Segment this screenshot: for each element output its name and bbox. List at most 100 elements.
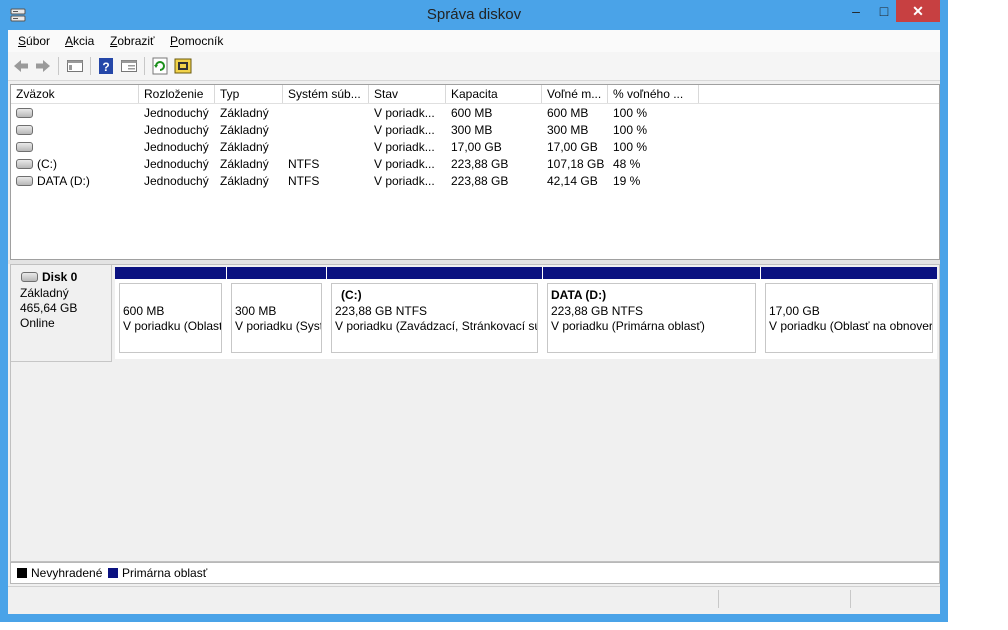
cell-layout: Jednoduchý: [144, 140, 209, 154]
cell-type: Základný: [220, 174, 269, 188]
cell-filesystem: NTFS: [288, 157, 320, 171]
cell-status: V poriadk...: [374, 106, 435, 120]
menu-file[interactable]: Súbor: [18, 34, 50, 48]
partition-block-d[interactable]: DATA (D:) 223,88 GB NTFS V poriadku (Pri…: [543, 267, 760, 359]
column-filesystem[interactable]: Systém súb...: [283, 85, 369, 103]
column-volume[interactable]: Zväzok: [11, 85, 139, 103]
partition-title: (C:): [341, 288, 362, 302]
column-layout[interactable]: Rozloženie: [139, 85, 215, 103]
partition-type-bar: [761, 267, 937, 279]
partition-block[interactable]: 600 MB V poriadku (Oblasť: [115, 267, 226, 359]
cell-free-space: 600 MB: [547, 106, 589, 120]
cell-free-space: 107,18 GB: [547, 157, 605, 171]
cell-volume: DATA (D:): [11, 173, 139, 190]
toolbar-separator: [58, 57, 59, 75]
forward-icon[interactable]: [34, 57, 52, 75]
table-row[interactable]: Jednoduchý Základný V poriadk... 300 MB …: [11, 122, 939, 139]
menu-action[interactable]: Akcia: [65, 34, 94, 48]
partition-status: V poriadku (Syst: [235, 319, 322, 333]
volume-list: Zväzok Rozloženie Typ Systém súb... Stav…: [10, 84, 940, 260]
menu-file-rest: úbor: [26, 34, 51, 48]
partition-status: V poriadku (Primárna oblasť): [551, 319, 705, 333]
column-capacity[interactable]: Kapacita: [446, 85, 542, 103]
cell-volume: (C:): [11, 156, 139, 173]
status-separator: [718, 590, 719, 608]
refresh-icon[interactable]: [151, 57, 169, 75]
disk-name-text: Disk 0: [42, 270, 78, 284]
menu-view-rest: obraziť: [117, 34, 155, 48]
window-title: Správa diskov: [426, 6, 522, 23]
column-status[interactable]: Stav: [369, 85, 446, 103]
cell-filesystem: [283, 139, 369, 156]
disk-icon: [21, 271, 38, 282]
cell-volume: [11, 105, 139, 122]
table-row[interactable]: DATA (D:) Jednoduchý Základný NTFS V por…: [11, 173, 939, 190]
partition-size: 223,88 GB NTFS: [335, 304, 428, 318]
cell-percent-free: 100 %: [613, 123, 648, 137]
menu-action-accel: A: [65, 34, 74, 48]
cell-layout: Jednoduchý: [144, 174, 209, 188]
status-bar: [8, 586, 940, 609]
legend-swatch-unallocated: [17, 568, 27, 578]
column-free-space[interactable]: Voľné m...: [542, 85, 608, 103]
cell-type: Základný: [220, 157, 269, 171]
cell-filesystem: [283, 105, 369, 122]
volume-disk-icon: [16, 107, 33, 118]
partition-size: 17,00 GB: [769, 304, 820, 318]
client-area: Súbor Akcia Zobraziť Pomocník ? Zväzok R…: [8, 30, 940, 614]
menu-action-rest: kcia: [73, 34, 95, 48]
menu-view[interactable]: Zobraziť: [110, 34, 155, 48]
menu-help-rest: omocník: [178, 34, 224, 48]
cell-type: Základný: [220, 140, 269, 154]
volume-disk-icon: [16, 124, 33, 135]
table-row[interactable]: Jednoduchý Základný V poriadk... 600 MB …: [11, 105, 939, 122]
toolbar: ?: [8, 52, 940, 81]
disk-type: Základný: [20, 286, 69, 300]
cell-capacity: 17,00 GB: [451, 140, 502, 154]
cell-percent-free: 100 %: [613, 140, 648, 154]
cell-layout: Jednoduchý: [144, 157, 209, 171]
partition-block[interactable]: 17,00 GB V poriadku (Oblasť na obnover: [761, 267, 937, 359]
rescan-icon[interactable]: [174, 57, 192, 75]
partition-status: V poriadku (Zavádzací, Stránkovací súb: [335, 319, 538, 333]
cell-free-space: 300 MB: [547, 123, 589, 137]
cell-percent-free: 48 %: [613, 157, 641, 171]
table-row[interactable]: (C:) Jednoduchý Základný NTFS V poriadk.…: [11, 156, 939, 173]
disk-name: Disk 0: [21, 270, 77, 284]
cell-filesystem: [283, 122, 369, 139]
column-type[interactable]: Typ: [215, 85, 283, 103]
partition-status: V poriadku (Oblasť: [123, 319, 222, 333]
cell-status: V poriadk...: [374, 123, 435, 137]
cell-volume: [11, 139, 139, 156]
partition-block[interactable]: 300 MB V poriadku (Syst: [227, 267, 326, 359]
toolbar-separator: [90, 57, 91, 75]
console-tree-icon[interactable]: [66, 57, 84, 75]
properties-icon[interactable]: [120, 57, 138, 75]
legend-label-primary: Primárna oblasť: [122, 566, 208, 580]
cell-status: V poriadk...: [374, 174, 435, 188]
menu-bar: Súbor Akcia Zobraziť Pomocník: [8, 30, 940, 52]
disk-graphical-view: Disk 0 Základný 465,64 GB Online 600 MB …: [10, 264, 940, 562]
cell-layout: Jednoduchý: [144, 123, 209, 137]
cell-capacity: 223,88 GB: [451, 174, 509, 188]
cell-status: V poriadk...: [374, 140, 435, 154]
column-percent-free[interactable]: % voľného ...: [608, 85, 699, 103]
disk-status: Online: [20, 316, 55, 330]
volume-name: DATA (D:): [37, 174, 90, 188]
cell-percent-free: 100 %: [613, 106, 648, 120]
disk-info-panel[interactable]: Disk 0 Základný 465,64 GB Online: [11, 265, 112, 362]
close-button[interactable]: ✕: [896, 0, 940, 22]
back-icon[interactable]: [12, 57, 30, 75]
partition-block-c[interactable]: (C:) 223,88 GB NTFS V poriadku (Zavádzac…: [327, 267, 542, 359]
partition-size: 223,88 GB NTFS: [551, 304, 644, 318]
menu-file-accel: S: [18, 34, 27, 48]
title-bar[interactable]: Správa diskov – □ ✕: [0, 0, 948, 30]
partition-title: DATA (D:): [551, 288, 607, 302]
volume-disk-icon: [16, 141, 33, 152]
maximize-button[interactable]: □: [870, 0, 898, 22]
menu-help[interactable]: Pomocník: [170, 34, 223, 48]
partition-body: 17,00 GB V poriadku (Oblasť na obnover: [765, 283, 933, 353]
help-icon[interactable]: ?: [97, 57, 115, 75]
minimize-button[interactable]: –: [842, 0, 870, 22]
table-row[interactable]: Jednoduchý Základný V poriadk... 17,00 G…: [11, 139, 939, 156]
